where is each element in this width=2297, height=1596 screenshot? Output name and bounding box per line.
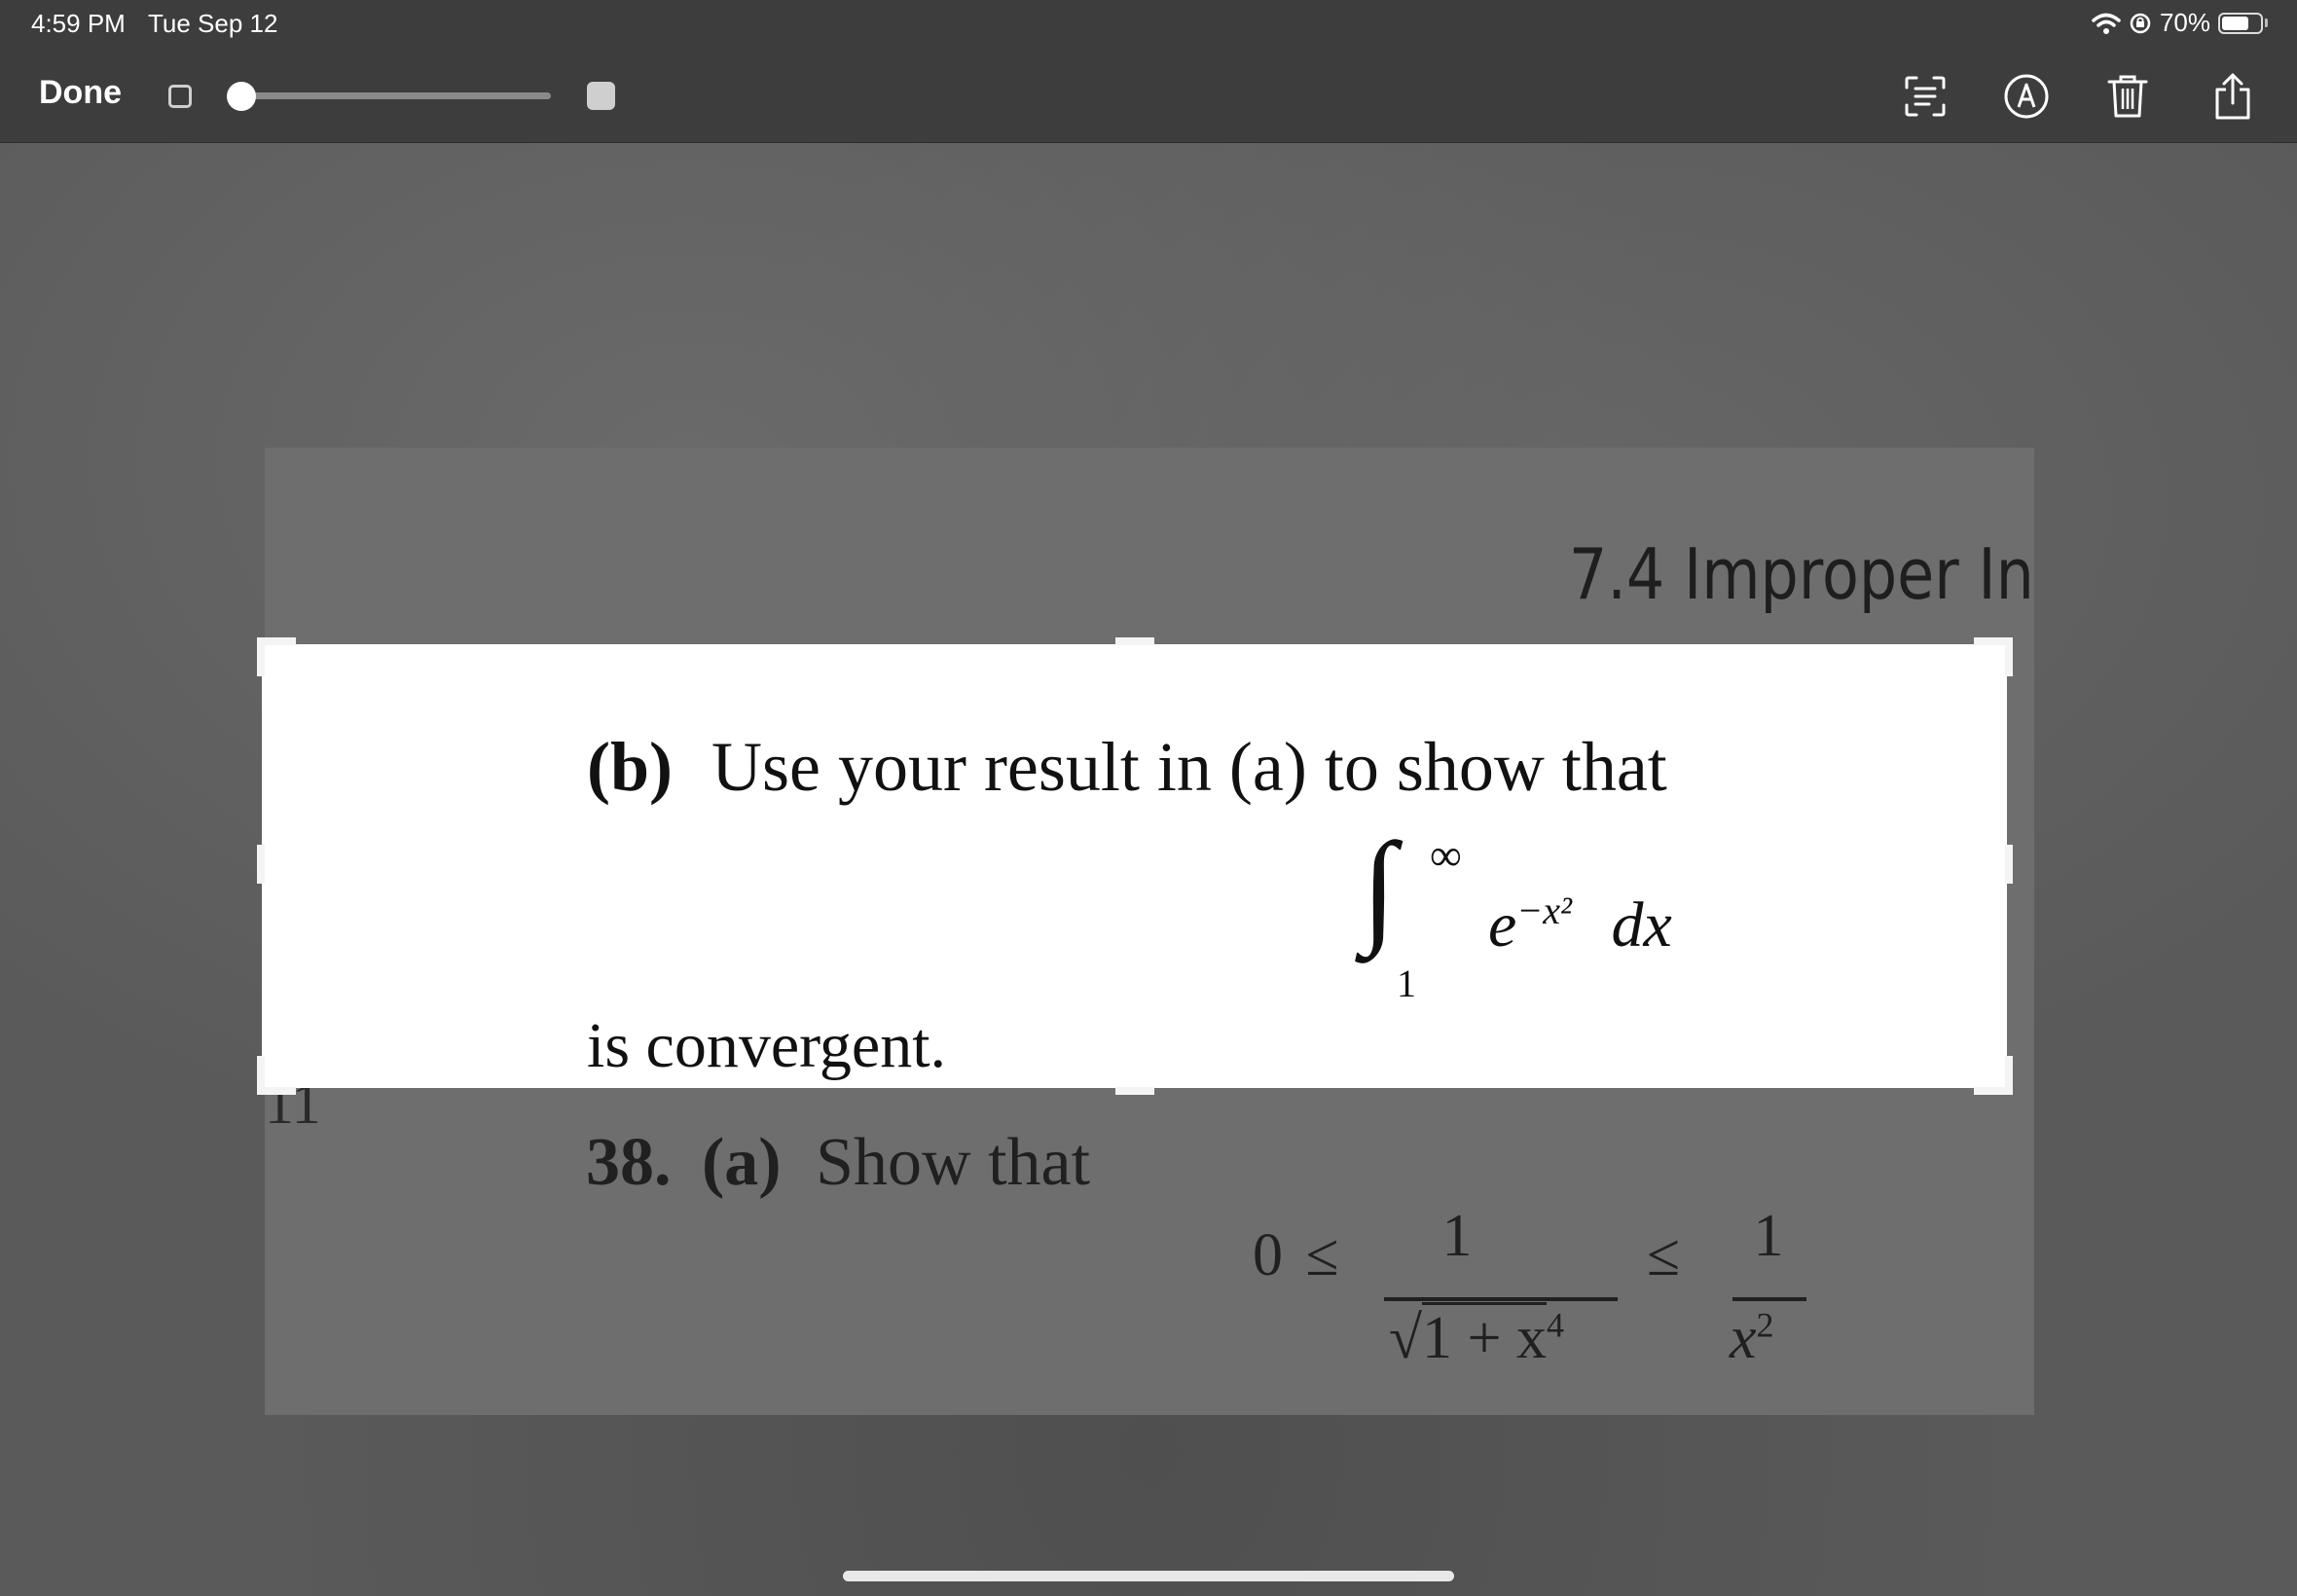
text-recognition-icon [1905, 76, 1946, 117]
battery-level [2222, 16, 2248, 30]
part-b-line: (b) Use your result in (a) to show that [587, 727, 1667, 808]
crop-handle-bottom-middle[interactable] [1115, 1087, 1154, 1095]
done-button[interactable]: Done [39, 74, 122, 112]
integrand: e−x² dx [1488, 888, 1672, 962]
small-size-icon [168, 85, 192, 108]
section-heading: 7.4 Improper In [1568, 533, 2034, 615]
home-indicator[interactable] [843, 1571, 1454, 1581]
toolbar: Done [0, 49, 2297, 143]
fraction-1-numerator: 1 [1441, 1203, 1473, 1269]
integral-sign: ∫ [1362, 817, 1397, 958]
part-a-text: Show that [816, 1125, 1091, 1200]
crop-handle-left-middle[interactable] [257, 845, 265, 884]
integrand-exponent: −x² [1516, 889, 1573, 932]
frac1-den-text: 1 + x [1422, 1302, 1547, 1371]
problem-38-line: 38. (a) Show that [586, 1124, 1090, 1202]
fraction-1-denominator: √1 + x4 [1389, 1302, 1564, 1373]
frac1-den-exp: 4 [1547, 1305, 1564, 1345]
ineq-zero: 0 [1253, 1222, 1283, 1288]
integral-lower-limit: 1 [1397, 961, 1416, 1005]
battery-icon [2218, 12, 2263, 34]
problem-number: 38. [586, 1125, 672, 1200]
delete-button[interactable] [2101, 70, 2154, 123]
status-bar: 4:59 PM Tue Sep 12 70% [0, 0, 2297, 49]
integrand-base: e [1488, 889, 1517, 961]
crop-handle-bottom-left-v[interactable] [257, 1056, 265, 1095]
wifi-icon [2092, 13, 2121, 34]
status-date: Tue Sep 12 [148, 9, 278, 38]
frac2-den-text: x [1730, 1305, 1757, 1371]
trash-icon [2107, 75, 2148, 118]
integrand-dx: dx [1611, 889, 1672, 961]
status-indicators: 70% [2092, 8, 2268, 38]
fraction-2-bar [1732, 1297, 1806, 1301]
integral-upper-limit: ∞ [1430, 830, 1462, 880]
status-time: 4:59 PM [31, 9, 126, 38]
fraction-2-denominator: x2 [1730, 1304, 1774, 1373]
convergent-text: is convergent. [587, 1010, 947, 1081]
crop-handle-top-left-v[interactable] [257, 637, 265, 676]
crop-handle-top-middle[interactable] [1115, 637, 1154, 645]
text-recognition-button[interactable] [1899, 70, 1951, 123]
sqrt-symbol: √ [1389, 1305, 1423, 1371]
share-button[interactable] [2206, 70, 2259, 123]
crop-handle-bottom-right-v[interactable] [2005, 1056, 2013, 1095]
fraction-1-bar [1384, 1297, 1618, 1301]
brush-size-slider-thumb[interactable] [227, 82, 256, 111]
markup-icon [2004, 74, 2049, 119]
ineq-le-1: ≤ [1305, 1222, 1339, 1288]
markup-button[interactable] [2000, 70, 2053, 123]
share-icon [2215, 73, 2250, 120]
battery-tip [2265, 18, 2268, 27]
crop-selection[interactable]: (b) Use your result in (a) to show that … [262, 644, 2007, 1088]
fraction-2-numerator: 1 [1753, 1203, 1784, 1269]
frac2-den-exp: 2 [1756, 1305, 1774, 1345]
battery-percentage: 70% [2159, 8, 2210, 37]
large-size-icon [587, 82, 615, 110]
crop-handle-top-right-v[interactable] [2005, 637, 2013, 676]
part-b-label: (b) [587, 728, 673, 806]
brush-size-slider[interactable] [239, 92, 551, 99]
crop-handle-right-middle[interactable] [2005, 845, 2013, 884]
inequality-zero: 0 ≤ [1253, 1221, 1339, 1290]
part-a-label: (a) [702, 1125, 782, 1200]
part-b-text: Use your result in (a) to show that [711, 728, 1667, 806]
ineq-le-2: ≤ [1647, 1222, 1681, 1288]
orientation-lock-icon [2130, 13, 2151, 33]
